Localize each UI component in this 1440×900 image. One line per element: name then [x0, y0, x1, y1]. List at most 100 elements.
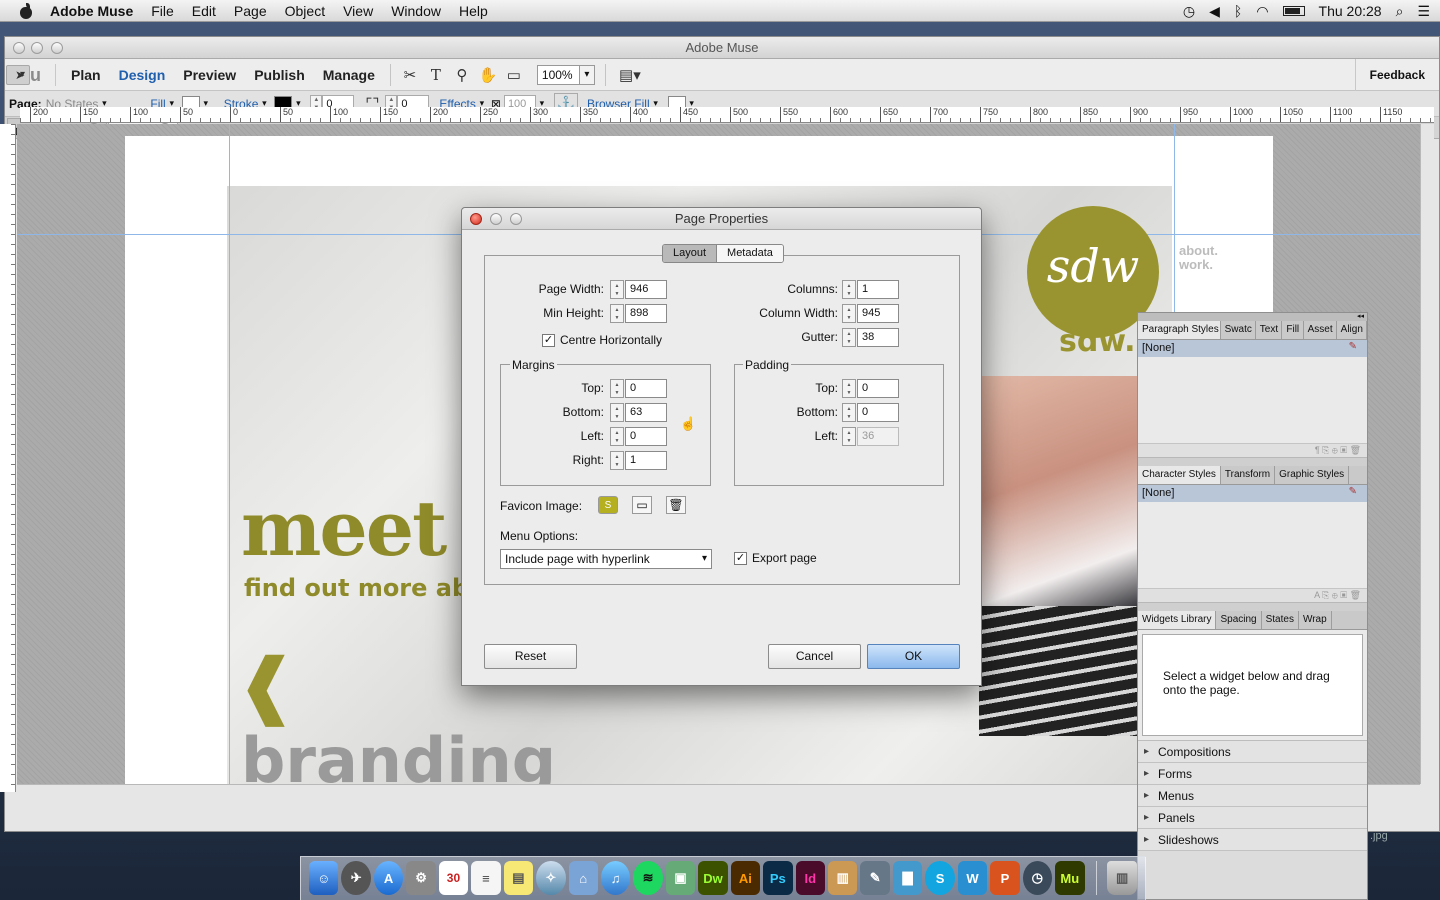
nav-plan[interactable]: Plan	[62, 67, 110, 83]
menu-object[interactable]: Object	[276, 3, 334, 19]
powerpoint-icon[interactable]: P	[990, 861, 1020, 895]
min-height-stepper[interactable]: ▲ ▼	[610, 304, 624, 323]
min-height-input[interactable]: 898	[625, 304, 667, 323]
nav-links-text[interactable]: about. work.	[1179, 244, 1218, 272]
iphoto-icon[interactable]: ▣	[665, 861, 696, 895]
padding-bottom-stepper[interactable]: ▲ ▼	[842, 403, 856, 422]
margin-top-input[interactable]: 0	[625, 379, 667, 398]
cancel-button[interactable]: Cancel	[768, 644, 861, 669]
meet-heading[interactable]: meet	[241, 484, 447, 573]
finder-icon[interactable]: ☺	[309, 861, 339, 895]
tab-align[interactable]: Align	[1337, 321, 1368, 339]
close-window-button[interactable]	[13, 42, 25, 54]
clear-style-icon[interactable]: ✎	[1349, 341, 1357, 352]
nav-design[interactable]: Design	[110, 67, 175, 83]
app-menu[interactable]: Adobe Muse	[44, 3, 142, 19]
horizontal-ruler[interactable]: 200 150 100 50 0 50 100 150 200 250 300 350 400 450 50…	[20, 107, 1434, 123]
menu-page[interactable]: Page	[225, 3, 276, 19]
tab-graphic-styles[interactable]: Graphic Styles	[1275, 466, 1350, 484]
collapse-panels-icon[interactable]: ◂◂	[1138, 313, 1367, 321]
launchpad-icon[interactable]: ✈	[341, 861, 371, 895]
previous-arrow-icon[interactable]: ❰	[237, 644, 296, 726]
time-machine-icon[interactable]: ◷	[1022, 861, 1053, 895]
menu-file[interactable]: File	[142, 3, 183, 19]
gutter-input[interactable]: 38	[857, 328, 899, 347]
bluetooth-icon[interactable]: ᛒ	[1234, 3, 1242, 19]
panel-footer-icons[interactable]: ¶ ⎘ ⊕ ▣ 🗑	[1138, 443, 1367, 457]
portrait-photo[interactable]	[979, 376, 1137, 736]
panel-footer-icons[interactable]: A ⎘ ⊕ ▣ 🗑	[1138, 588, 1367, 602]
centre-horizontally-checkbox[interactable]: ✓	[542, 334, 555, 347]
tab-wrap[interactable]: Wrap	[1299, 611, 1332, 629]
spotify-icon[interactable]: ≋	[633, 861, 663, 895]
trash-icon[interactable]: 🗑	[666, 496, 686, 514]
minimize-window-button[interactable]	[31, 42, 43, 54]
script-editor-icon[interactable]: ✎	[860, 861, 890, 895]
section-compositions[interactable]: Compositions	[1138, 741, 1367, 763]
column-width-stepper[interactable]: ▲ ▼	[842, 304, 856, 323]
tab-transform[interactable]: Transform	[1221, 466, 1276, 484]
margin-right-field[interactable]: ▲ ▼ 1	[610, 451, 667, 470]
menu-options-select[interactable]: Include page with hyperlink	[500, 549, 712, 569]
find-out-subheading[interactable]: find out more ab	[244, 574, 469, 602]
wifi-icon[interactable]: ◠	[1256, 3, 1268, 20]
tab-metadata[interactable]: Metadata	[717, 245, 783, 262]
columns-field[interactable]: ▲ ▼ 1	[842, 280, 899, 299]
clock[interactable]: Thu 20:28	[1319, 3, 1382, 19]
menu-view[interactable]: View	[334, 3, 382, 19]
columns-stepper[interactable]: ▲ ▼	[842, 280, 856, 299]
skype-icon[interactable]: S	[925, 861, 955, 895]
zoom-window-button[interactable]	[51, 42, 63, 54]
brand-text[interactable]: sdw.	[1059, 324, 1136, 359]
gutter-stepper[interactable]: ▲ ▼	[842, 328, 856, 347]
indesign-icon[interactable]: Id	[795, 861, 825, 895]
trash-icon[interactable]: ▥	[1107, 861, 1137, 895]
folder-icon[interactable]: ▭	[632, 496, 652, 514]
time-machine-icon[interactable]: ◷	[1183, 3, 1195, 20]
zoom-tool-icon[interactable]: ⚲	[450, 64, 474, 86]
padding-top-stepper[interactable]: ▲ ▼	[842, 379, 856, 398]
tab-states[interactable]: States	[1262, 611, 1299, 629]
menu-window[interactable]: Window	[382, 3, 450, 19]
branding-heading[interactable]: branding	[241, 724, 556, 784]
vertical-ruler[interactable]	[0, 124, 16, 792]
numbers-icon[interactable]: ▇	[892, 861, 923, 895]
padding-bottom-field[interactable]: ▲ ▼ 0	[842, 403, 899, 422]
spotlight-search-icon[interactable]: ⌕	[1396, 3, 1404, 20]
dialog-close-button[interactable]	[470, 213, 482, 225]
margin-bottom-stepper[interactable]: ▲ ▼	[610, 403, 624, 422]
illustrator-icon[interactable]: Ai	[730, 861, 761, 895]
tab-swatches[interactable]: Swatc	[1221, 321, 1256, 339]
work-link[interactable]: work.	[1179, 258, 1218, 272]
rectangle-tool-icon[interactable]: ▭	[502, 64, 526, 86]
padding-bottom-input[interactable]: 0	[857, 403, 899, 422]
calendar-icon[interactable]: 30	[438, 861, 469, 895]
zoom-select[interactable]: 100%	[536, 64, 595, 85]
margin-right-input[interactable]: 1	[625, 451, 667, 470]
clear-style-icon[interactable]: ✎	[1349, 486, 1357, 497]
nav-preview[interactable]: Preview	[174, 67, 245, 83]
battery-icon[interactable]	[1282, 6, 1305, 16]
tab-spacing[interactable]: Spacing	[1216, 611, 1262, 629]
style-none-row[interactable]: [None]	[1138, 340, 1367, 357]
margin-left-field[interactable]: ▲ ▼ 0	[610, 427, 667, 446]
tab-text[interactable]: Text	[1256, 321, 1283, 339]
keynote-icon[interactable]: ▥	[828, 861, 858, 895]
section-panels[interactable]: Panels	[1138, 807, 1367, 829]
padding-top-input[interactable]: 0	[857, 379, 899, 398]
margin-right-stepper[interactable]: ▲ ▼	[610, 451, 624, 470]
itunes-icon[interactable]: ♫	[600, 861, 631, 895]
app-store-icon[interactable]: A	[373, 861, 404, 895]
char-style-none-row[interactable]: [None]	[1138, 485, 1367, 502]
tab-fill[interactable]: Fill	[1282, 321, 1304, 339]
reset-button[interactable]: Reset	[484, 644, 577, 669]
menu-edit[interactable]: Edit	[183, 3, 225, 19]
apple-menu-icon[interactable]	[18, 2, 34, 19]
preview-icon[interactable]: ⌂	[568, 861, 598, 895]
system-preferences-icon[interactable]: ⚙	[406, 861, 436, 895]
page-width-input[interactable]: 946	[625, 280, 667, 299]
ok-button[interactable]: OK	[867, 644, 960, 669]
menu-help[interactable]: Help	[450, 3, 497, 19]
tab-character-styles[interactable]: Character Styles	[1138, 466, 1221, 484]
tab-assets[interactable]: Asset	[1304, 321, 1337, 339]
